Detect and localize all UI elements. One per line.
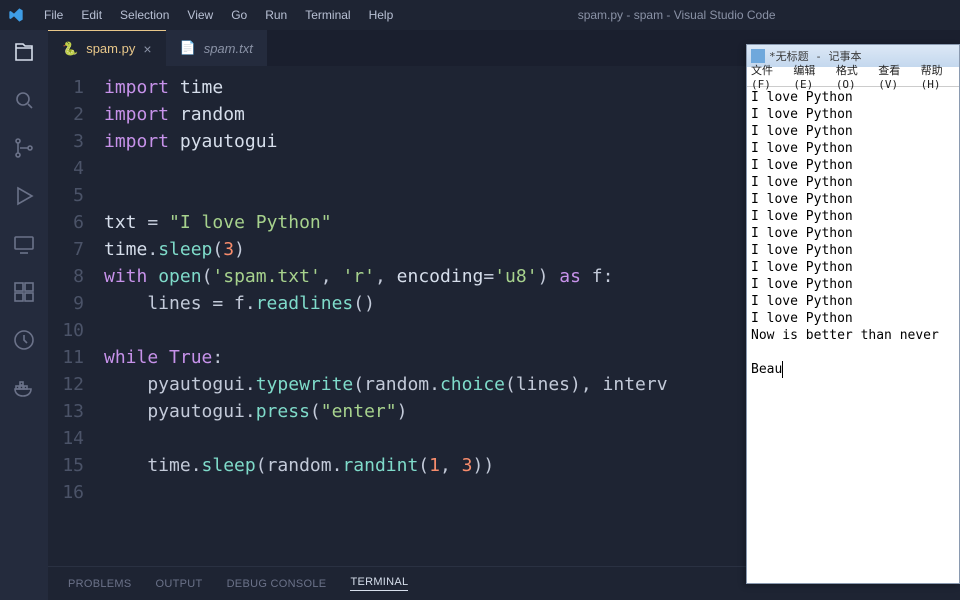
panel-tab-terminal[interactable]: TERMINAL bbox=[350, 576, 408, 591]
menu-view[interactable]: View bbox=[179, 4, 221, 26]
remote-icon[interactable] bbox=[12, 232, 36, 256]
tab-label: spam.txt bbox=[204, 41, 253, 56]
tab-label: spam.py bbox=[86, 41, 135, 56]
menubar: FileEditSelectionViewGoRunTerminalHelp bbox=[36, 4, 401, 26]
notepad-menubar: 文件(F)编辑(E)格式(O)查看(V)帮助(H) bbox=[747, 67, 959, 87]
line-gutter: 12345678910111213141516 bbox=[48, 74, 104, 566]
tab-spam-py[interactable]: 🐍 spam.py × bbox=[48, 30, 166, 66]
window-title: spam.py - spam - Visual Studio Code bbox=[401, 8, 952, 22]
text-file-icon: 📄 bbox=[180, 40, 196, 56]
vscode-logo-icon bbox=[8, 7, 24, 23]
menu-file[interactable]: File bbox=[36, 4, 71, 26]
extensions-icon[interactable] bbox=[12, 280, 36, 304]
run-debug-icon[interactable] bbox=[12, 184, 36, 208]
python-file-icon: 🐍 bbox=[62, 41, 78, 57]
panel-tab-output[interactable]: OUTPUT bbox=[156, 578, 203, 590]
timeline-icon[interactable] bbox=[12, 328, 36, 352]
search-icon[interactable] bbox=[12, 88, 36, 112]
activity-bar bbox=[0, 30, 48, 600]
tab-spam-txt[interactable]: 📄 spam.txt bbox=[166, 30, 267, 66]
docker-icon[interactable] bbox=[12, 376, 36, 400]
panel-tab-problems[interactable]: PROBLEMS bbox=[68, 578, 132, 590]
notepad-icon bbox=[751, 49, 765, 63]
notepad-window[interactable]: *无标题 - 记事本 文件(F)编辑(E)格式(O)查看(V)帮助(H) I l… bbox=[746, 44, 960, 584]
menu-run[interactable]: Run bbox=[257, 4, 295, 26]
source-control-icon[interactable] bbox=[12, 136, 36, 160]
menu-edit[interactable]: Edit bbox=[73, 4, 110, 26]
explorer-icon[interactable] bbox=[12, 40, 36, 64]
panel-tab-debug-console[interactable]: DEBUG CONSOLE bbox=[227, 578, 327, 590]
menu-selection[interactable]: Selection bbox=[112, 4, 177, 26]
menu-go[interactable]: Go bbox=[223, 4, 255, 26]
menu-help[interactable]: Help bbox=[361, 4, 402, 26]
notepad-textarea[interactable]: I love PythonI love PythonI love PythonI… bbox=[747, 87, 959, 583]
close-icon[interactable]: × bbox=[143, 41, 151, 57]
menu-terminal[interactable]: Terminal bbox=[297, 4, 358, 26]
titlebar: FileEditSelectionViewGoRunTerminalHelp s… bbox=[0, 0, 960, 30]
